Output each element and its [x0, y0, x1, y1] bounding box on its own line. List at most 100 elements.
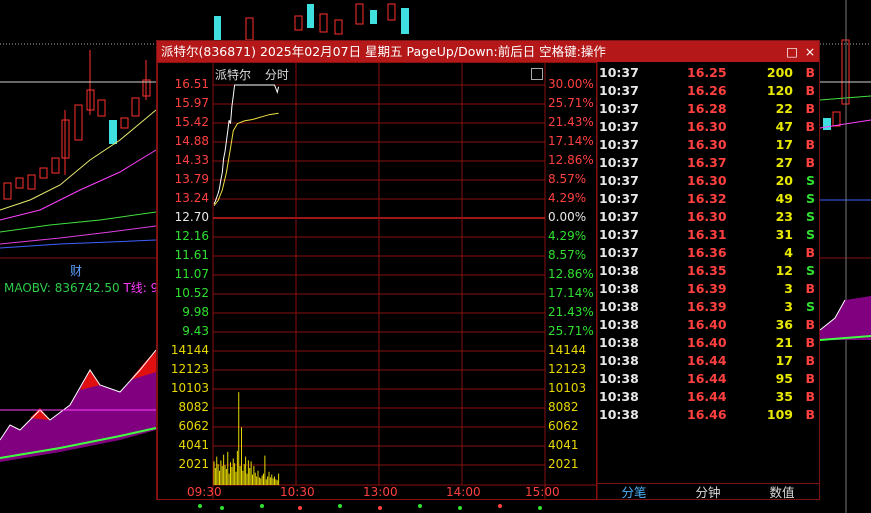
trade-side: S [805, 299, 815, 314]
tab-ticks[interactable]: 分笔 [597, 484, 671, 501]
trade-time: 10:38 [599, 353, 639, 368]
percent-tick-label: 8.57% [548, 172, 587, 186]
trade-price: 16.46 [687, 407, 727, 422]
trade-side: B [805, 407, 815, 422]
trade-row: 10:37 16.28 22 B [597, 100, 819, 118]
trade-side: S [805, 263, 815, 278]
price-tick-label: 13.24 [174, 191, 209, 205]
trade-price: 16.30 [687, 137, 727, 152]
trade-time: 10:37 [599, 209, 639, 224]
restore-button[interactable]: □ [784, 41, 800, 62]
percent-tick-label: 12.86% [548, 267, 594, 281]
chart-toggle-icon[interactable] [531, 68, 543, 80]
chart-header: 派特尔 分时 [215, 66, 299, 83]
trade-row: 10:37 16.36 4 B [597, 244, 819, 262]
trade-price: 16.40 [687, 335, 727, 350]
trade-price: 16.30 [687, 209, 727, 224]
volume-tick-label: 8082 [548, 400, 579, 414]
price-tick-label: 14.88 [174, 134, 209, 148]
time-tick-label: 09:30 [187, 485, 222, 499]
percent-tick-label: 17.14% [548, 286, 594, 300]
trade-row: 10:37 16.30 47 B [597, 118, 819, 136]
price-tick-label: 11.61 [174, 248, 209, 262]
percent-tick-label: 30.00% [548, 77, 594, 91]
close-button[interactable]: × [802, 41, 818, 62]
trade-volume: 47 [775, 119, 793, 134]
percent-tick-label: 4.29% [548, 229, 587, 243]
trade-side: B [805, 83, 815, 98]
trade-volume: 3 [784, 299, 793, 314]
price-tick-label: 10.52 [174, 286, 209, 300]
trade-volume: 4 [784, 245, 793, 260]
finance-marker[interactable]: 财 [70, 262, 82, 279]
trade-side: B [805, 245, 815, 260]
trade-row: 10:38 16.35 12 S [597, 262, 819, 280]
trade-time: 10:37 [599, 227, 639, 242]
time-tick-label: 13:00 [363, 485, 398, 499]
time-tick-label: 14:00 [446, 485, 481, 499]
trade-price: 16.26 [687, 83, 727, 98]
trade-time: 10:38 [599, 263, 639, 278]
trade-volume: 120 [766, 83, 793, 98]
trade-row: 10:37 16.25 200 B [597, 64, 819, 82]
trade-volume: 95 [775, 371, 793, 386]
trade-volume: 49 [775, 191, 793, 206]
price-tick-label: 14.33 [174, 153, 209, 167]
trade-side: B [805, 65, 815, 80]
trade-time: 10:38 [599, 389, 639, 404]
trade-side: B [805, 371, 815, 386]
volume-tick-label: 12123 [548, 362, 587, 376]
trade-price: 16.30 [687, 173, 727, 188]
trade-volume: 36 [775, 317, 793, 332]
trade-side: B [805, 389, 815, 404]
trade-row: 10:38 16.39 3 S [597, 298, 819, 316]
trade-row: 10:37 16.30 17 B [597, 136, 819, 154]
price-tick-label: 9.43 [182, 324, 209, 338]
trade-volume: 21 [775, 335, 793, 350]
trade-time: 10:37 [599, 155, 639, 170]
volume-tick-label: 14144 [548, 343, 587, 357]
trade-tabs: 分笔 分钟 数值 [597, 483, 819, 501]
trade-time: 10:37 [599, 173, 639, 188]
trade-time: 10:38 [599, 335, 639, 350]
trade-volume: 17 [775, 353, 793, 368]
trade-side: S [805, 227, 815, 242]
trade-side: S [805, 209, 815, 224]
trade-time: 10:37 [599, 65, 639, 80]
trade-time: 10:38 [599, 317, 639, 332]
trade-volume: 27 [775, 155, 793, 170]
window-titlebar[interactable]: 派特尔(836871) 2025年02月07日 星期五 PageUp/Down:… [157, 41, 819, 62]
trade-volume: 35 [775, 389, 793, 404]
trade-row: 10:37 16.30 23 S [597, 208, 819, 226]
trade-time: 10:38 [599, 371, 639, 386]
tab-values[interactable]: 数值 [745, 484, 819, 501]
trade-time: 10:37 [599, 119, 639, 134]
trade-time: 10:38 [599, 407, 639, 422]
trade-price: 16.28 [687, 101, 727, 116]
trade-price: 16.44 [687, 371, 727, 386]
percent-tick-label: 17.14% [548, 134, 594, 148]
trade-side: B [805, 155, 815, 170]
percent-tick-label: 25.71% [548, 324, 594, 338]
tab-minutes[interactable]: 分钟 [671, 484, 745, 501]
percent-tick-label: 21.43% [548, 305, 594, 319]
trade-volume: 20 [775, 173, 793, 188]
trade-price: 16.35 [687, 263, 727, 278]
volume-tick-label: 10103 [548, 381, 587, 395]
background-signal-dots [198, 504, 542, 510]
trade-price: 16.37 [687, 155, 727, 170]
chart-frame [157, 62, 597, 500]
trade-row: 10:38 16.44 95 B [597, 370, 819, 388]
chart-mode: 分时 [264, 68, 289, 82]
volume-tick-label: 10103 [170, 381, 209, 395]
trade-row: 10:37 16.26 120 B [597, 82, 819, 100]
trade-price: 16.32 [687, 191, 727, 206]
tick-trade-list: 10:37 16.25 200 B 10:37 16.26 120 B 10:37 16.28 22… [597, 64, 819, 424]
price-tick-label: 16.51 [174, 77, 209, 91]
trade-price: 16.30 [687, 119, 727, 134]
volume-tick-label: 6062 [178, 419, 209, 433]
volume-tick-label: 14144 [170, 343, 209, 357]
trade-side: B [805, 101, 815, 116]
volume-tick-label: 8082 [178, 400, 209, 414]
trade-price: 16.39 [687, 281, 727, 296]
